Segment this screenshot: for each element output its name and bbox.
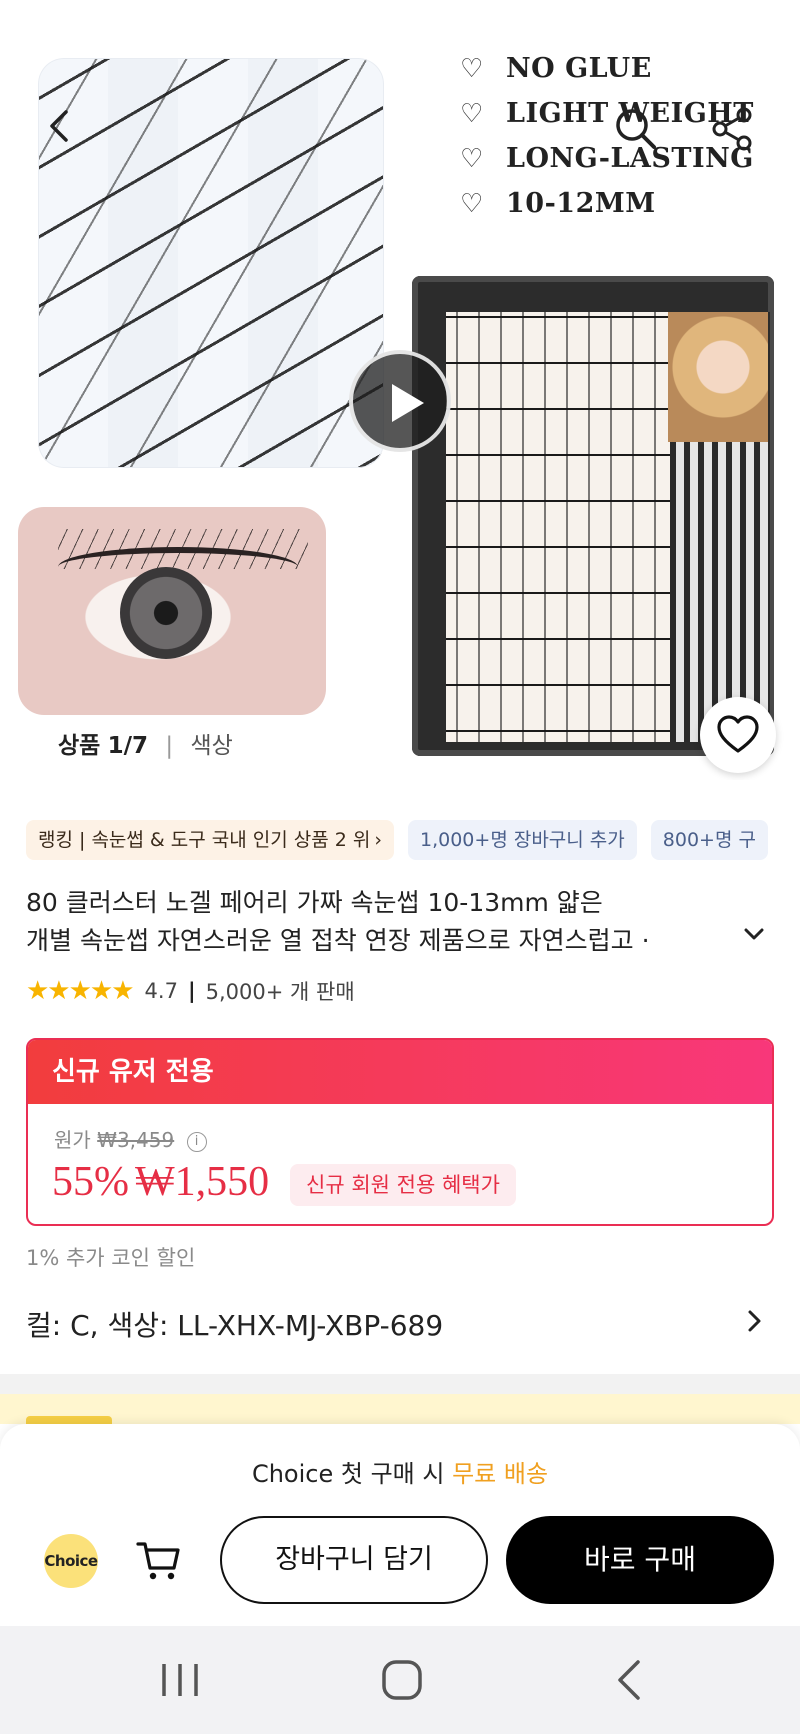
chevron-left-icon bbox=[50, 110, 68, 142]
home-icon bbox=[382, 1660, 422, 1700]
expand-title-button[interactable] bbox=[742, 922, 766, 952]
system-navigation-bar bbox=[0, 1626, 800, 1734]
star-rating-icon: ★★★★★ bbox=[26, 976, 135, 1006]
feature-label: 10-12MM bbox=[506, 188, 656, 219]
choice-logo[interactable]: Choice bbox=[44, 1534, 98, 1588]
recent-apps-button[interactable] bbox=[150, 1652, 210, 1708]
original-price-row: 원가 ₩3,459 i bbox=[54, 1124, 207, 1153]
buyer-count-tag-text: 800+명 구 bbox=[662, 829, 756, 851]
variant-selector[interactable]: 컬: C, 색상: LL-XHX-MJ-XBP-689 bbox=[26, 1300, 774, 1348]
chevron-right-icon bbox=[744, 1307, 766, 1342]
heart-icon bbox=[717, 715, 759, 753]
cart-count-tag: 1,000+명 장바구니 추가 bbox=[408, 820, 637, 860]
add-to-cart-button[interactable]: 장바구니 담기 bbox=[220, 1516, 488, 1604]
heart-outline-icon: ♡ bbox=[460, 98, 484, 129]
eye-makeup-image bbox=[18, 507, 326, 715]
heart-outline-icon: ♡ bbox=[460, 188, 484, 219]
title-line-2: 개별 속눈썹 자연스러운 열 접착 연장 제품으로 자연스럽고 · bbox=[26, 926, 650, 955]
sold-count: 5,000+ 개 판매 bbox=[205, 980, 355, 1004]
wishlist-button[interactable] bbox=[700, 697, 776, 773]
counter-label: 상품 bbox=[58, 733, 101, 759]
member-price-badge: 신규 회원 전용 혜택가 bbox=[290, 1164, 516, 1206]
feature-label: NO GLUE bbox=[506, 53, 652, 84]
bottom-action-bar: Choice 첫 구매 시 무료 배송 Choice 장바구니 담기 바로 구매 bbox=[0, 1424, 800, 1626]
ranking-tag-text: 랭킹 | 속눈썹 & 도구 국내 인기 상품 2 위 bbox=[38, 829, 371, 851]
variant-text: 컬: C, 색상: LL-XHX-MJ-XBP-689 bbox=[26, 1309, 444, 1342]
free-shipping-notice: Choice 첫 구매 시 무료 배송 bbox=[0, 1454, 800, 1489]
lashes-closeup-image bbox=[38, 58, 384, 468]
back-button[interactable] bbox=[40, 104, 80, 148]
choice-banner-strip bbox=[0, 1394, 800, 1424]
chevron-down-icon bbox=[744, 928, 764, 940]
search-button[interactable] bbox=[612, 105, 660, 153]
box-portrait bbox=[668, 312, 768, 442]
heart-outline-icon: ♡ bbox=[460, 53, 484, 84]
coin-discount-text: 1% 추가 코인 할인 bbox=[26, 1246, 196, 1270]
lash-tray bbox=[446, 312, 682, 742]
rating-row[interactable]: ★★★★★ 4.7 | 5,000+ 개 판매 bbox=[26, 976, 355, 1006]
product-title: 80 클러스터 노겔 페어리 가짜 속눈썹 10-13mm 얇은 개별 속눈썹 … bbox=[26, 884, 756, 960]
cart-count-tag-text: 1,000+명 장바구니 추가 bbox=[420, 829, 625, 851]
buyer-count-tag: 800+명 구 bbox=[650, 820, 768, 860]
original-price: ₩3,459 bbox=[97, 1128, 175, 1152]
banner-tab bbox=[26, 1416, 112, 1424]
lash-box-image bbox=[412, 276, 774, 756]
sale-price: ₩1,550 bbox=[135, 1159, 270, 1205]
promo-header: 신규 유저 전용 bbox=[28, 1040, 772, 1104]
tag-row: 랭킹 | 속눈썹 & 도구 국내 인기 상품 2 위 › 1,000+명 장바구니… bbox=[26, 820, 768, 860]
buy-now-button[interactable]: 바로 구매 bbox=[506, 1516, 774, 1604]
back-icon bbox=[618, 1660, 640, 1700]
shipping-prefix: Choice 첫 구매 시 bbox=[251, 1460, 445, 1488]
product-gallery[interactable]: ♡ NO GLUE ♡ LIGHT WEIGHT ♡ LONG-LASTING … bbox=[0, 0, 800, 780]
rating-separator: | bbox=[187, 979, 196, 1003]
counter-value: 1/7 bbox=[107, 733, 149, 759]
counter-separator: | bbox=[165, 733, 174, 759]
new-user-promo-card: 신규 유저 전용 원가 ₩3,459 i 55% ₩1,550 신규 회원 전용 … bbox=[26, 1038, 774, 1226]
rating-score: 4.7 bbox=[144, 979, 178, 1003]
sale-price-row: 55% ₩1,550 bbox=[52, 1158, 269, 1206]
heart-outline-icon: ♡ bbox=[460, 143, 484, 174]
original-price-label: 원가 bbox=[54, 1128, 91, 1152]
image-counter: 상품 1/7 | 색상 bbox=[58, 726, 233, 760]
feature-item: ♡ NO GLUE bbox=[460, 46, 754, 91]
cart-icon bbox=[136, 1542, 180, 1580]
share-icon bbox=[712, 107, 752, 151]
ranking-tag[interactable]: 랭킹 | 속눈썹 & 도구 국내 인기 상품 2 위 › bbox=[26, 820, 394, 860]
share-button[interactable] bbox=[708, 105, 756, 153]
feature-item: ♡ 10-12MM bbox=[460, 181, 754, 226]
counter-color-label[interactable]: 색상 bbox=[190, 733, 232, 759]
cart-button[interactable] bbox=[134, 1536, 184, 1586]
play-video-button[interactable] bbox=[349, 350, 451, 452]
system-back-button[interactable] bbox=[600, 1652, 660, 1708]
home-button[interactable] bbox=[372, 1652, 432, 1708]
search-icon bbox=[616, 109, 656, 149]
iris bbox=[120, 567, 212, 659]
info-icon[interactable]: i bbox=[186, 1132, 207, 1152]
title-line-1: 80 클러스터 노겔 페어리 가짜 속눈썹 10-13mm 얇은 bbox=[26, 888, 603, 917]
section-divider bbox=[0, 1374, 800, 1394]
chevron-right-icon: › bbox=[374, 829, 382, 851]
discount-percent: 55% bbox=[52, 1159, 129, 1205]
shipping-highlight: 무료 배송 bbox=[452, 1460, 549, 1488]
recent-apps-icon bbox=[162, 1664, 198, 1696]
